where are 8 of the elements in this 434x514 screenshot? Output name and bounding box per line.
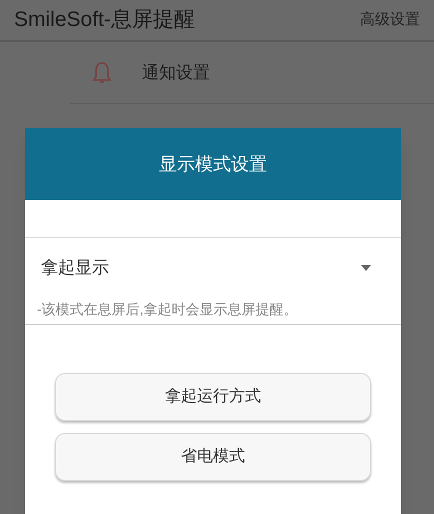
dialog-button[interactable]: 拿起运行方式 [55,373,371,421]
dialog-button[interactable]: 省电模式 [55,433,371,481]
mode-dropdown[interactable]: 拿起显示 [25,238,401,298]
dialog-title: 显示模式设置 [159,152,267,176]
app-title: SmileSoft-息屏提醒 [14,7,195,34]
hint-text: -该模式在息屏后,拿起时会显示息屏提醒。 [37,301,298,317]
bell-icon [92,60,112,84]
dropdown-caret-icon [361,265,371,271]
